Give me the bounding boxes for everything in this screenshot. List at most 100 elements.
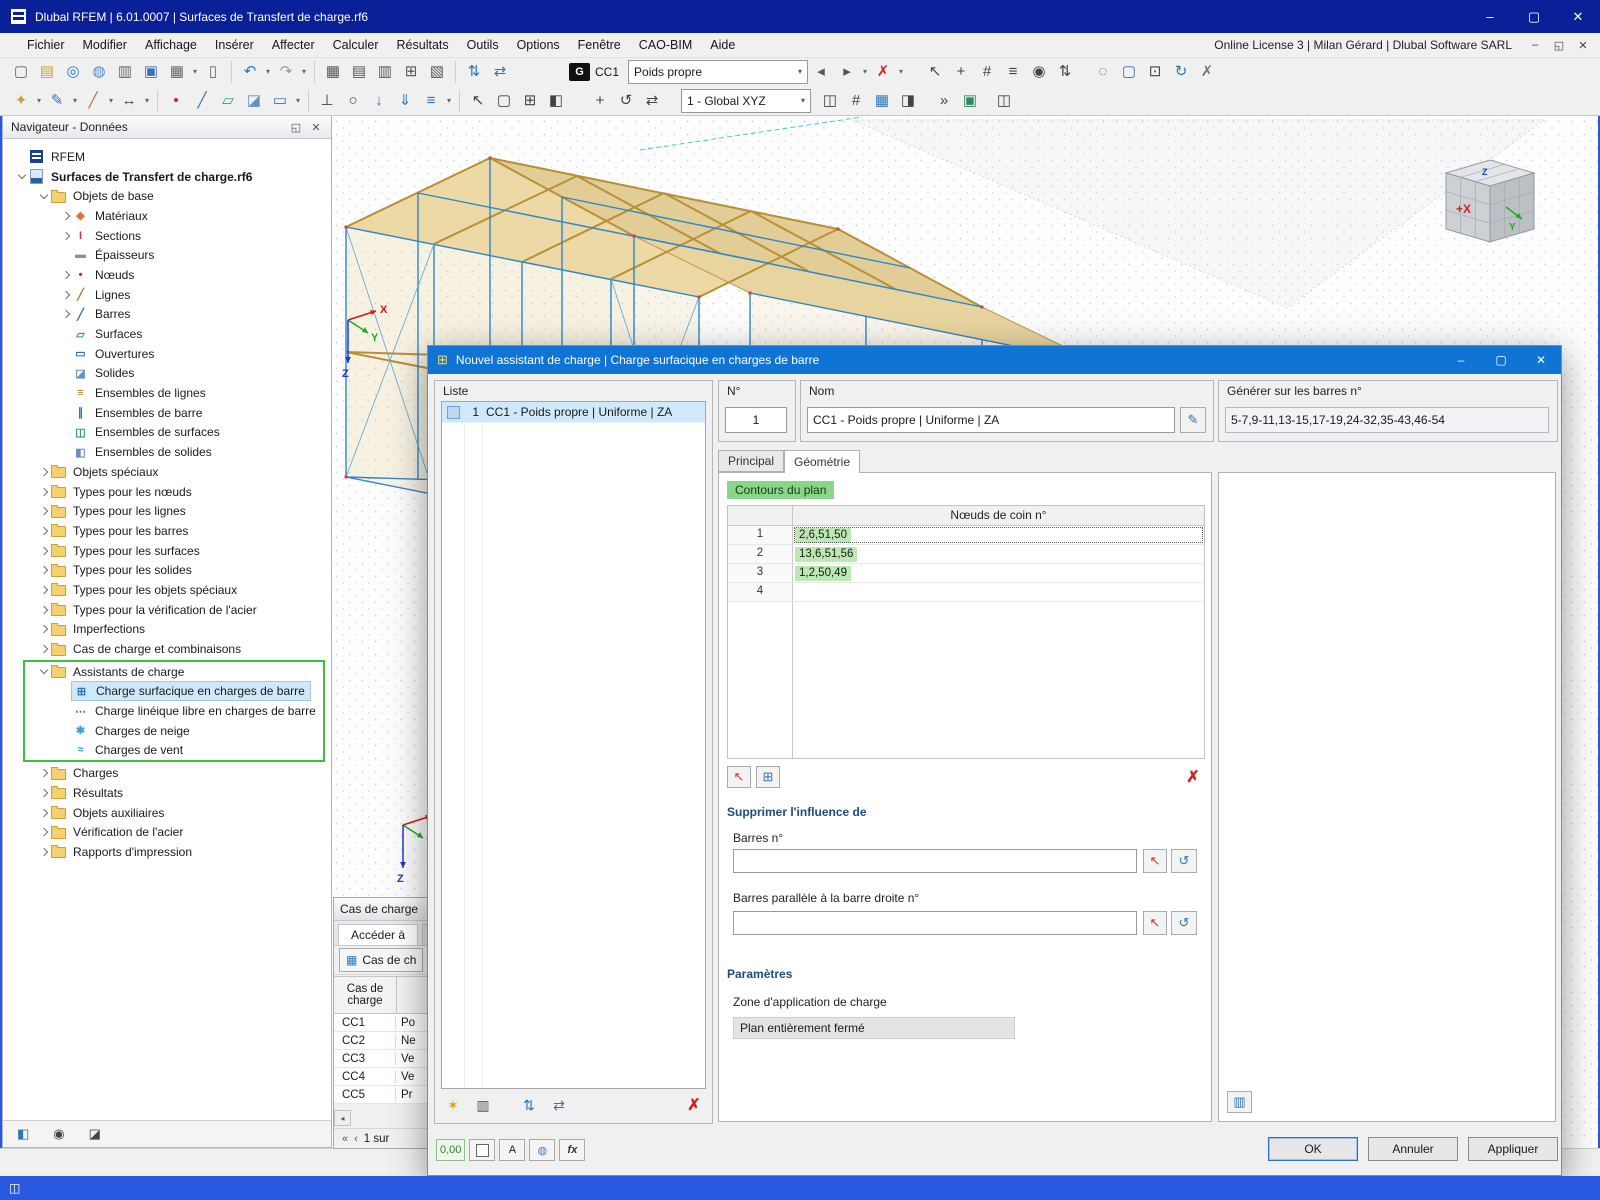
- view-3d-button[interactable]: ▢: [1116, 60, 1142, 84]
- chevron-down-icon[interactable]: [37, 195, 50, 198]
- chevron-right-icon[interactable]: [37, 607, 50, 613]
- draw-line-button[interactable]: ╱: [80, 89, 106, 113]
- tree-item[interactable]: Types pour la vérification de l'acier: [3, 600, 331, 620]
- dimension-button[interactable]: ↔: [116, 89, 142, 113]
- clipping-plane-button[interactable]: ◧: [543, 89, 569, 113]
- preview-options-button[interactable]: ▥: [1227, 1091, 1252, 1113]
- camera-icon[interactable]: ◪: [89, 1126, 101, 1142]
- chevron-down-icon[interactable]: ▾: [860, 67, 870, 76]
- new-node-button[interactable]: •: [163, 89, 189, 113]
- tree-item[interactable]: Imperfections: [3, 620, 331, 640]
- chevron-right-icon[interactable]: [37, 849, 50, 855]
- snap-increment-button[interactable]: 0,00: [436, 1139, 465, 1161]
- support-button[interactable]: ⊥: [314, 89, 340, 113]
- formula-button[interactable]: fx: [559, 1139, 585, 1161]
- tree-item[interactable]: ▭Ouvertures: [3, 344, 331, 364]
- close-button[interactable]: ✕: [1556, 0, 1600, 33]
- chevron-down-icon[interactable]: [37, 670, 50, 673]
- grid-button[interactable]: #: [843, 89, 869, 113]
- previous-page-icon[interactable]: ‹: [354, 1133, 358, 1145]
- wizard-list-item[interactable]: 1CC1 - Poids propre | Uniforme | ZA: [442, 402, 705, 423]
- number-field[interactable]: 1: [725, 407, 787, 433]
- parallel-members-input[interactable]: [733, 911, 1137, 935]
- tree-item[interactable]: Types pour les barres: [3, 521, 331, 541]
- delete-wizard-button[interactable]: ✗: [682, 1095, 706, 1115]
- tables-button[interactable]: ▦: [320, 60, 346, 84]
- redo-button[interactable]: ↷: [273, 60, 299, 84]
- split-view-button[interactable]: ◫: [991, 89, 1017, 113]
- render-mode-button[interactable]: ◨: [895, 89, 921, 113]
- table-sc-button[interactable]: ⊞: [398, 60, 424, 84]
- pick-parallel-members-button[interactable]: ↖: [1143, 911, 1167, 935]
- favorites-button[interactable]: ✦: [8, 89, 34, 113]
- workplane-color-button[interactable]: [469, 1139, 495, 1161]
- load-case-edit-button[interactable]: ▦ Cas de ch: [339, 948, 423, 972]
- new-member-button[interactable]: ╱: [189, 89, 215, 113]
- tree-item[interactable]: Objets de base: [3, 186, 331, 206]
- tree-item[interactable]: ▬Épaisseurs: [3, 245, 331, 265]
- select-pointer-button[interactable]: ↖: [922, 60, 948, 84]
- chevron-right-icon[interactable]: [59, 272, 72, 278]
- chevron-down-icon[interactable]: ▾: [106, 96, 116, 105]
- menu-affecter[interactable]: Affecter: [263, 35, 324, 55]
- chevron-right-icon[interactable]: [37, 626, 50, 632]
- first-page-icon[interactable]: «: [342, 1133, 348, 1145]
- chevron-right-icon[interactable]: [37, 829, 50, 835]
- chevron-right-icon[interactable]: [37, 770, 50, 776]
- tree-item[interactable]: Types pour les nœuds: [3, 482, 331, 502]
- wizard-list[interactable]: 1CC1 - Poids propre | Uniforme | ZA: [441, 401, 706, 1089]
- move-button[interactable]: +: [587, 89, 613, 113]
- chevron-right-icon[interactable]: [37, 508, 50, 514]
- tree-item[interactable]: Types pour les objets spéciaux: [3, 580, 331, 600]
- cancel-button[interactable]: Annuler: [1368, 1137, 1458, 1161]
- renumber-button[interactable]: ⇅: [1052, 60, 1078, 84]
- menu-ins-rer[interactable]: Insérer: [206, 35, 263, 55]
- panel-layout-icon[interactable]: ◫: [9, 1181, 20, 1195]
- coordinate-system-combo[interactable]: 1 - Global XYZ▾: [681, 89, 811, 113]
- tab-geometrie[interactable]: Géométrie: [784, 450, 860, 473]
- menu-fen-tre[interactable]: Fenêtre: [569, 35, 630, 55]
- sort-order-button[interactable]: ⇄: [547, 1093, 571, 1117]
- load-application-zone-select[interactable]: Plan entièrement fermé: [733, 1017, 1015, 1039]
- more-tools-button[interactable]: »: [931, 89, 957, 113]
- tree-item[interactable]: ◫Ensembles de surfaces: [3, 423, 331, 443]
- tree-item[interactable]: ╱Barres: [3, 305, 331, 325]
- minimize-button[interactable]: –: [1468, 0, 1512, 33]
- copy-wizard-button[interactable]: ▥: [471, 1093, 495, 1117]
- new-wizard-button[interactable]: ✶: [441, 1093, 465, 1117]
- delete-load-case-button[interactable]: ✗: [870, 60, 896, 84]
- tree-item[interactable]: Types pour les solides: [3, 560, 331, 580]
- load-generate-button[interactable]: ⇄: [487, 60, 513, 84]
- chevron-right-icon[interactable]: [37, 810, 50, 816]
- tree-item[interactable]: ISections: [3, 226, 331, 246]
- tree-item[interactable]: •Nœuds: [3, 265, 331, 285]
- ok-button[interactable]: OK: [1268, 1137, 1358, 1161]
- chevron-right-icon[interactable]: [59, 292, 72, 298]
- load-transfer-button[interactable]: ⇅: [461, 60, 487, 84]
- name-field[interactable]: CC1 - Poids propre | Uniforme | ZA: [807, 407, 1175, 433]
- tree-item[interactable]: Rapports d'impression: [3, 842, 331, 862]
- tab-acceder-a[interactable]: Accéder à: [338, 924, 418, 945]
- panels-icon[interactable]: ◧: [17, 1126, 29, 1142]
- sort-up-button[interactable]: ⇅: [517, 1093, 541, 1117]
- tab-principal[interactable]: Principal: [718, 450, 784, 472]
- pick-nodes-button[interactable]: ↖: [727, 766, 751, 788]
- menu-cao-bim[interactable]: CAO-BIM: [630, 35, 701, 55]
- dialog-minimize-button[interactable]: –: [1441, 346, 1481, 374]
- select-arrow-button[interactable]: ↖: [465, 89, 491, 113]
- tree-item[interactable]: Objets spéciaux: [3, 462, 331, 482]
- menu-r-sultats[interactable]: Résultats: [388, 35, 458, 55]
- tree-item[interactable]: ⋯Charge linéique libre en charges de bar…: [25, 701, 323, 721]
- table-edit-button[interactable]: ▥: [372, 60, 398, 84]
- tree-item[interactable]: Types pour les surfaces: [3, 541, 331, 561]
- menu-outils[interactable]: Outils: [458, 35, 508, 55]
- refresh-button[interactable]: ↻: [1168, 60, 1194, 84]
- save-button[interactable]: ▣: [138, 60, 164, 84]
- tree-item[interactable]: ∥Ensembles de barre: [3, 403, 331, 423]
- tree-item[interactable]: ≡Ensembles de lignes: [3, 383, 331, 403]
- surface-load-button[interactable]: ≡: [418, 89, 444, 113]
- chevron-right-icon[interactable]: [37, 587, 50, 593]
- tree-item[interactable]: Résultats: [3, 783, 331, 803]
- pick-members-button[interactable]: ↖: [1143, 849, 1167, 873]
- select-box-button[interactable]: ▢: [491, 89, 517, 113]
